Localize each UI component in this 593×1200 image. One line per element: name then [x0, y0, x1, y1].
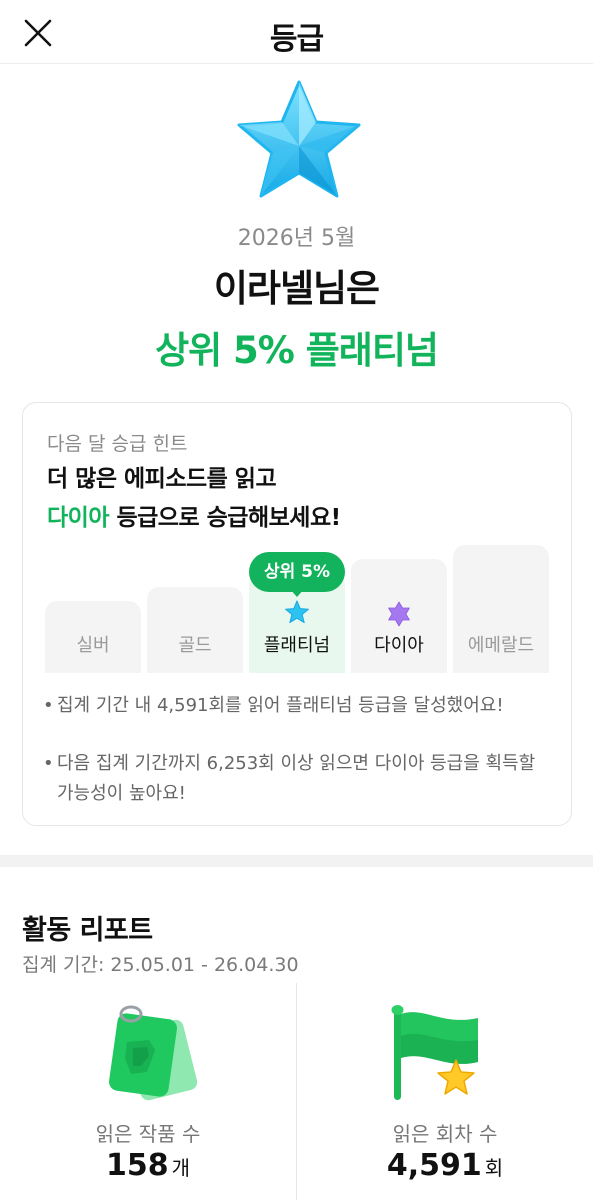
stat-value-episodes: 4,591 회: [297, 1148, 593, 1183]
hint-note-text: 집계 기간 내 4,591회를 읽어 플래티넘 등급을 달성했어요!: [57, 695, 504, 716]
hint-note-text: 다음 집계 기간까지 6,253회 이상 읽으면 다이아 등급을 획득할 가능성…: [57, 753, 536, 804]
section-divider: [0, 855, 593, 867]
stat-number: 158: [105, 1148, 169, 1183]
flag-star-icon: [380, 1002, 490, 1112]
bullet: •: [43, 753, 54, 774]
bullet: •: [43, 695, 54, 716]
tier-label: 실버: [76, 635, 110, 656]
tier-label: 플래티넘: [263, 635, 331, 656]
hint-headline-rest: 등급으로 승급해보세요!: [108, 505, 341, 531]
hexagram-icon: [388, 601, 410, 627]
tier-gold: 골드: [147, 587, 243, 673]
page-title: 등급: [269, 22, 324, 57]
stat-value-works: 158 개: [0, 1148, 296, 1183]
book-tag-icon: [97, 1000, 207, 1110]
hint-headline-line2: 다이아 등급으로 승급해보세요!: [47, 498, 341, 532]
hint-label: 다음 달 승급 힌트: [47, 433, 188, 455]
hint-note: • 집계 기간 내 4,591회를 읽어 플래티넘 등급을 달성했어요!: [43, 691, 549, 721]
promotion-hint-card: 다음 달 승급 힌트 더 많은 에피소드를 읽고 다이아 등급으로 승급해보세요…: [22, 402, 572, 826]
tier-diamond: 다이아: [351, 559, 447, 673]
stat-unit: 개: [171, 1156, 191, 1180]
stat-label-episodes: 읽은 회차 수: [392, 1122, 498, 1146]
hint-headline-line1: 더 많은 에피소드를 읽고: [47, 466, 277, 492]
current-rank-badge: 상위 5%: [249, 552, 345, 592]
tier-silver: 실버: [45, 601, 141, 673]
next-grade-name: 다이아: [47, 505, 109, 531]
report-period: 집계 기간: 25.05.01 - 26.04.30: [22, 954, 299, 976]
top-bar: 등급: [0, 0, 593, 64]
user-grade-heading: 이라넬님은: [213, 267, 380, 310]
tier-emerald: 에메랄드: [453, 545, 549, 673]
stat-label-works: 읽은 작품 수: [95, 1122, 201, 1146]
report-title: 활동 리포트: [22, 915, 153, 946]
stat-unit: 회: [484, 1156, 504, 1180]
badge-pointer: [290, 589, 304, 597]
tier-label: 골드: [178, 635, 212, 656]
hint-note: • 다음 집계 기간까지 6,253회 이상 읽으면 다이아 등급을 획득할 가…: [43, 749, 549, 809]
grade-period: 2026년 5월: [237, 226, 356, 251]
grade-star-icon: [234, 76, 364, 206]
star-icon: [285, 600, 309, 624]
tier-label: 다이아: [374, 635, 424, 656]
stat-number: 4,591: [386, 1148, 482, 1183]
grade-result: 상위 5% 플래티넘: [155, 329, 439, 372]
tier-label: 에메랄드: [467, 635, 535, 656]
